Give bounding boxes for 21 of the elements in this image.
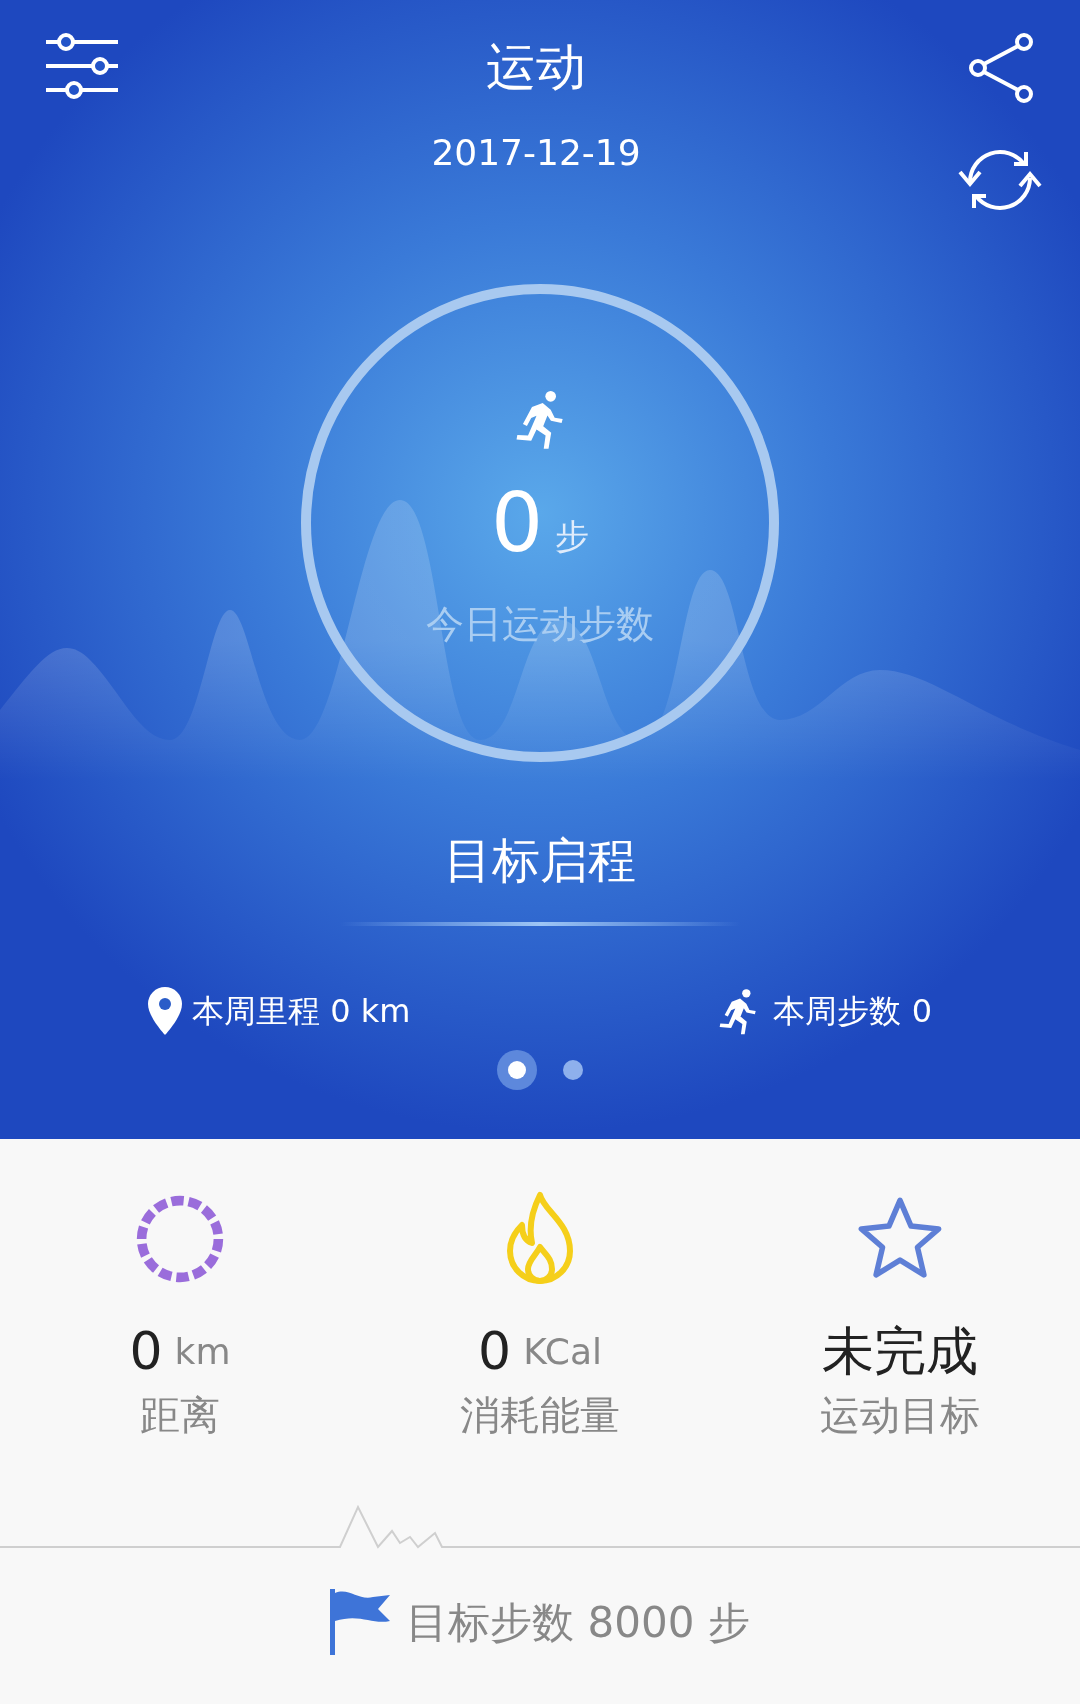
flag-icon: [330, 1589, 393, 1655]
location-pin-icon: [148, 987, 182, 1035]
stat-label: 距离: [140, 1391, 220, 1440]
stat-value: 0: [478, 1323, 512, 1379]
step-unit: 步: [555, 515, 590, 558]
target-steps: 目标步数 8000 步: [406, 1590, 750, 1654]
stat-label: 消耗能量: [460, 1391, 620, 1440]
stat-unit: km: [174, 1330, 231, 1374]
stat-unit: KCal: [523, 1330, 602, 1374]
weekly-stat: 本周步数 0: [773, 991, 932, 1032]
step-count: 0: [490, 482, 544, 564]
page-title: 运动: [486, 37, 586, 98]
share-icon[interactable]: [968, 32, 1036, 104]
goal-title: 目标启程: [444, 831, 636, 890]
stat-label: 运动目标: [820, 1391, 980, 1440]
stat-value: 未完成: [822, 1323, 978, 1379]
stat-value: 0: [129, 1323, 163, 1379]
settings-icon[interactable]: [44, 32, 118, 100]
date-text: 2017-12-19: [431, 131, 641, 175]
weekly-stat: 本周里程 0 km: [192, 991, 411, 1032]
ring-caption: 今日运动步数: [426, 601, 654, 648]
